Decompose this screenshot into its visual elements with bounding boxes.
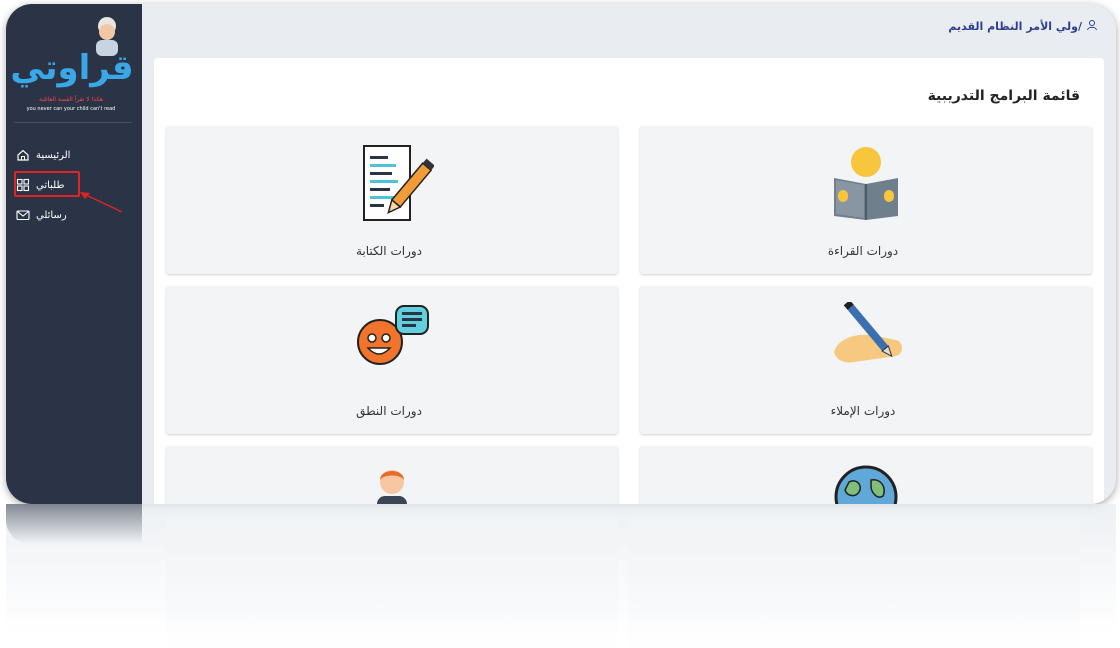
sidebar: قراوتي هكذا لا تقرأ القصة العائلية you n… — [6, 4, 142, 504]
logo-tagline: هكذا لا تقرأ القصة العائلية — [39, 96, 103, 103]
person-icon — [377, 470, 407, 504]
card-reading-courses[interactable]: دورات القراءة — [640, 126, 1092, 274]
logo-tagline-en: you never can your child can't read — [26, 106, 116, 112]
card-person-courses[interactable] — [166, 446, 618, 504]
annotation-arrow-icon — [80, 192, 123, 213]
main-content: ولي الأمر/ النظام القديم قائمة البرامج ا… — [142, 4, 1116, 504]
mail-icon — [16, 208, 30, 222]
card-label: دورات النطق — [356, 404, 422, 418]
annotation-highlight-box — [14, 171, 80, 197]
sidebar-item-label: رسائلي — [36, 209, 67, 221]
breadcrumb: ولي الأمر/ النظام القديم — [152, 4, 1108, 48]
writing-icon — [363, 145, 434, 221]
logo[interactable]: قراوتي هكذا لا تقرأ القصة العائلية you n… — [6, 12, 142, 122]
reading-icon — [834, 147, 898, 220]
card-label: دورات الإملاء — [830, 404, 896, 418]
card-globe-courses[interactable] — [640, 446, 1092, 504]
reflection-card — [628, 518, 1080, 648]
card-pronunciation-courses[interactable]: دورات النطق — [166, 286, 618, 434]
logo-text: قراوتي — [10, 48, 135, 88]
reflection-sidebar — [6, 504, 142, 544]
card-label: دورات القراءة — [827, 244, 899, 258]
window-reflection — [6, 504, 1116, 648]
card-dictation-courses[interactable]: دورات الإملاء — [640, 286, 1092, 434]
page-title: قائمة البرامج التدريبية — [927, 88, 1080, 104]
pronunciation-icon — [357, 305, 429, 365]
card-label: دورات الكتابة — [355, 244, 423, 258]
globe-icon — [834, 465, 898, 504]
reflection-card — [166, 518, 618, 648]
sidebar-divider — [14, 122, 132, 123]
breadcrumb-current[interactable]: النظام القديم — [948, 20, 1022, 33]
programs-panel: قائمة البرامج التدريبية دورات القراءة دو… — [154, 58, 1104, 504]
home-icon — [16, 148, 30, 162]
breadcrumb-role[interactable]: ولي الأمر/ — [1026, 20, 1082, 33]
sidebar-item-home[interactable]: الرئيسية — [10, 140, 132, 170]
user-icon[interactable] — [1086, 19, 1098, 34]
card-writing-courses[interactable]: دورات الكتابة — [166, 126, 618, 274]
sidebar-item-label: الرئيسية — [36, 149, 71, 161]
dictation-icon — [834, 302, 902, 363]
app-window: قراوتي هكذا لا تقرأ القصة العائلية you n… — [6, 4, 1116, 504]
